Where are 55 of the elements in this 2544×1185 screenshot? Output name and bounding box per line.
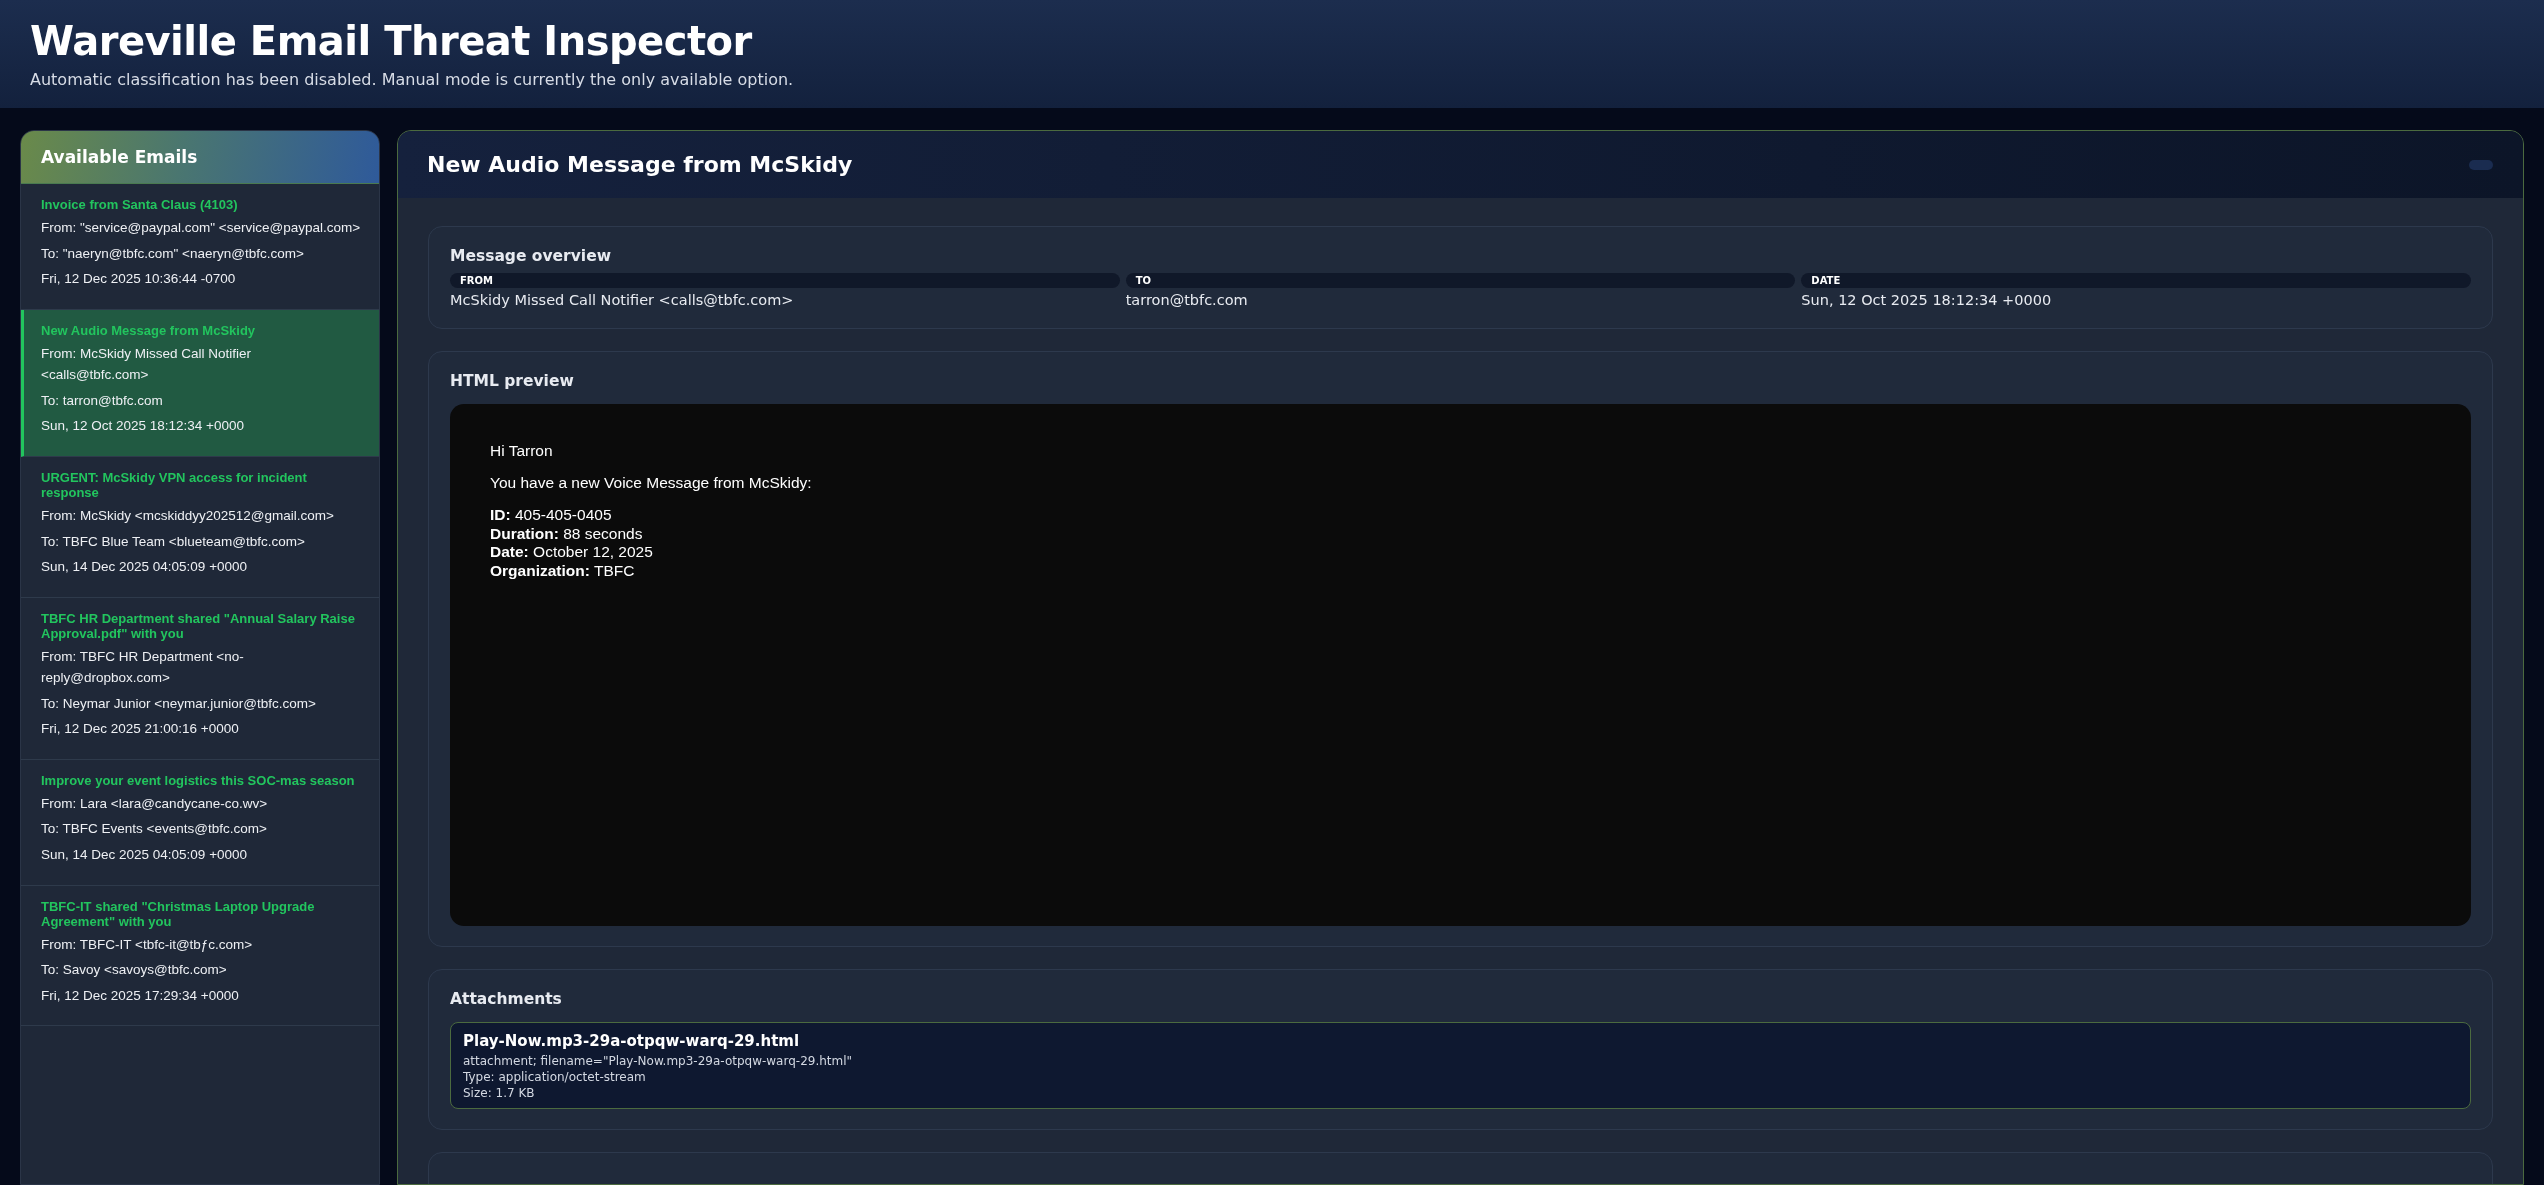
email-to: To: TBFC Blue Team <blueteam@tbfc.com> <box>41 532 306 551</box>
email-to: To: Neymar Junior <neymar.junior@tbfc.com> <box>41 694 317 713</box>
email-date: Fri, 12 Dec 2025 21:00:16 +0000 <box>41 720 240 739</box>
field-value: McSkidy Missed Call Notifier <calls@tbfc.com> <box>450 292 795 308</box>
email-subject: New Audio Message from McSkidy <box>41 323 257 339</box>
field-label: DATE <box>1801 273 2471 288</box>
email-date: Fri, 12 Dec 2025 10:36:44 -0700 <box>41 270 237 289</box>
header-badge <box>2469 159 2493 170</box>
preview-text: You have a new Voice Message from McSkidy: <box>490 474 813 492</box>
email-to: To: TBFC Events <events@tbfc.com> <box>41 820 268 839</box>
email-list-item[interactable]: Improve your event logistics this SOC-mas season From: Lara <lara@candycane-co.wv> To: TBFC Events <events@tbfc.com> Sun, 14 Dec 2025 04:05:09 +0000 <box>21 759 379 886</box>
email-subject: TBFC-IT shared "Christmas Laptop Upgrade Agreement" with you <box>41 899 316 930</box>
attachment-item[interactable]: Play-Now.mp3-29a-otpqw-warq-29.html attachment; filename="Play-Now.mp3-29a-otpqw-warq-29.html" Type: application/octet-stream Size: 1.7 KB <box>450 1022 2471 1109</box>
email-from: From: McSkidy Missed Call Notifier <calls@tbfc.com> <box>41 344 253 385</box>
attachment-type: Type: application/octet-stream <box>463 1070 647 1084</box>
email-from: From: TBFC-IT <tbfc-it@tbƒc.com> <box>41 935 254 954</box>
email-list-item[interactable]: New Audio Message from McSkidy From: McSkidy Missed Call Notifier <calls@tbfc.com> To: tarron@tbfc.com Sun, 12 Oct 2025 18:12:34 +0000 <box>21 309 379 458</box>
email-list-item[interactable]: TBFC-IT shared "Christmas Laptop Upgrade Agreement" with you From: TBFC-IT <tbfc-it@tbƒc.com> To: Savoy <savoys@tbfc.com> Fri, 12 Dec 2025 17:29:34 +0000 <box>21 885 379 1027</box>
page-title: Wareville Email Threat Inspector <box>30 18 753 64</box>
section-title: HTML preview <box>450 372 575 390</box>
preview-detail: Organization: TBFC <box>490 561 636 581</box>
attachment-name: Play-Now.mp3-29a-otpqw-warq-29.html <box>463 1032 801 1050</box>
email-subject: TBFC HR Department shared "Annual Salary Raise Approval.pdf" with you <box>41 611 356 642</box>
field-value: tarron@tbfc.com <box>1125 292 1249 308</box>
email-to: To: tarron@tbfc.com <box>41 391 164 410</box>
email-from: From: "service@paypal.com" <service@paypal.com> <box>41 218 361 237</box>
preview-detail: ID: 405-405-0405 <box>490 506 613 525</box>
attachment-size: Size: 1.7 KB <box>463 1086 536 1100</box>
email-date: Sun, 14 Dec 2025 04:05:09 +0000 <box>41 558 249 577</box>
email-to: To: "naeryn@tbfc.com" <naeryn@tbfc.com> <box>41 244 305 263</box>
preview-text: Hi Tarron <box>490 442 554 460</box>
email-from: From: Lara <lara@candycane-co.wv> <box>41 794 269 813</box>
email-list-item[interactable]: TBFC HR Department shared "Annual Salary Raise Approval.pdf" with you From: TBFC HR Department <no-reply@dropbox.com> To: Neymar Junior <neymar.junior@tbfc.com> Fri, 12 Dec 2025 21:00:16 +0000 <box>21 597 379 760</box>
email-list-item[interactable]: Invoice from Santa Claus (4103) From: "service@paypal.com" <service@paypal.com> To: "naeryn@tbfc.com" <naeryn@tbfc.com> Fri, 12 Dec 2025 10:36:44 -0700 <box>21 184 379 310</box>
email-subject: Improve your event logistics this SOC-mas season <box>41 773 356 789</box>
email-from: From: TBFC HR Department <no-reply@dropbox.com> <box>41 647 245 688</box>
field-value: Sun, 12 Oct 2025 18:12:34 +0000 <box>1801 292 2053 308</box>
preview-detail: Date: October 12, 2025 <box>490 543 654 562</box>
field-label: FROM <box>450 273 1120 288</box>
email-subject: URGENT: McSkidy VPN access for incident response <box>41 471 308 501</box>
preview-detail: Duration: 88 seconds <box>490 524 644 544</box>
email-list-item[interactable]: URGENT: McSkidy VPN access for incident response From: McSkidy <mcskiddyy202512@gmail.com> To: TBFC Blue Team <blueteam@tbfc.com> Sun, 14 Dec 2025 04:05:09 +0000 <box>21 457 379 598</box>
sidebar-title: Available Emails <box>41 147 198 167</box>
email-from: From: McSkidy <mcskiddyy202512@gmail.com> <box>41 506 335 525</box>
section-title: Attachments <box>450 990 563 1008</box>
field-label: TO <box>1125 273 1796 288</box>
email-date: Fri, 12 Dec 2025 17:29:34 +0000 <box>41 986 240 1005</box>
email-date: Sun, 12 Oct 2025 18:12:34 +0000 <box>41 417 246 436</box>
page-subtitle: Automatic classification has been disabled. Manual mode is currently the only available option. <box>30 70 795 89</box>
message-title: New Audio Message from McSkidy <box>427 152 853 177</box>
attachment-disposition: attachment; filename="Play-Now.mp3-29a-otpqw-warq-29.html" <box>463 1054 854 1068</box>
email-subject: Invoice from Santa Claus (4103) <box>41 198 239 213</box>
email-to: To: Savoy <savoys@tbfc.com> <box>41 961 228 980</box>
email-date: Sun, 14 Dec 2025 04:05:09 +0000 <box>41 846 249 865</box>
section-title: Message overview <box>450 247 612 265</box>
